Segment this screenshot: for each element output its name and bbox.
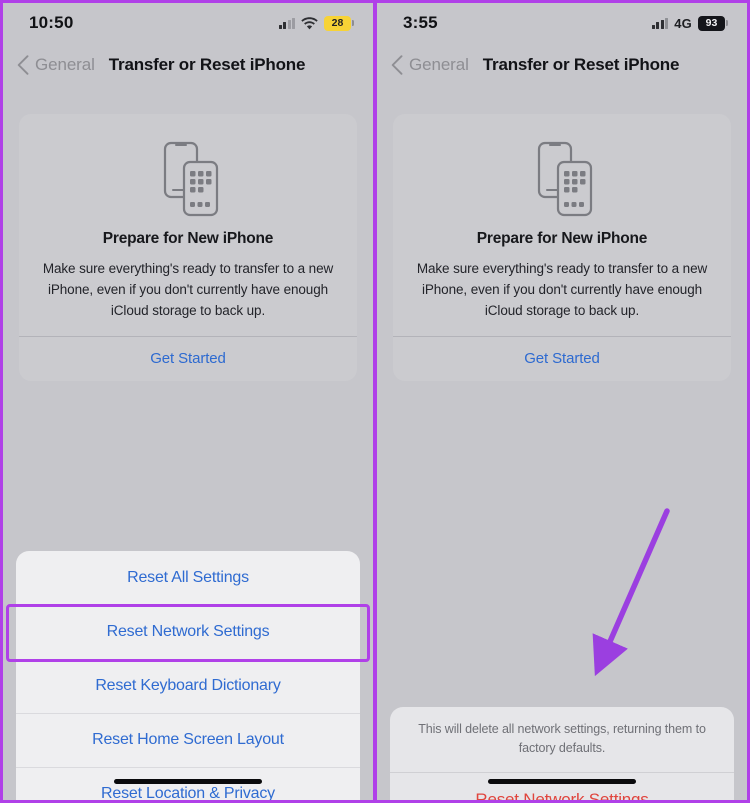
prepare-card-title: Prepare for New iPhone [476,230,648,247]
page-title: Transfer or Reset iPhone [482,55,680,74]
prepare-for-new-iphone-card: Prepare for New iPhone Make sure everyth… [393,114,731,381]
page-title: Transfer or Reset iPhone [108,55,306,74]
two-phones-icon [33,132,343,224]
get-started-button[interactable]: Get Started [33,337,343,381]
reset-option-location-privacy[interactable]: Reset Location & Privacy [16,767,360,800]
status-indicators: 4G 93 [651,15,728,31]
chevron-left-icon[interactable] [391,55,403,75]
alert-message: This will delete all network settings, r… [418,722,706,755]
prepare-card-description: Make sure everything's ready to transfer… [42,261,334,318]
status-bar-right: 3:55 4G 93 [377,3,747,43]
home-indicator [114,779,262,784]
screenshot-stage: 10:50 28 General Transfer or Reset iPhon… [0,0,750,803]
battery-indicator: 28 [324,15,354,31]
nav-bar-left: General Transfer or Reset iPhone [3,43,373,87]
content-right: Prepare for New iPhone Make sure everyth… [377,114,747,800]
status-bar-left: 10:50 28 [3,3,373,43]
back-button-label[interactable]: General [35,55,95,75]
back-button-label[interactable]: General [409,55,469,75]
prepare-card-title: Prepare for New iPhone [102,230,274,247]
content-left: Prepare for New iPhone Make sure everyth… [3,114,373,800]
status-time: 10:50 [29,13,74,32]
network-type-label: 4G [674,15,692,31]
home-indicator [488,779,636,784]
status-indicators: 28 [278,15,354,31]
wifi-icon [301,16,318,30]
reset-option-all-settings[interactable]: Reset All Settings [16,551,360,605]
phone-screenshot-left: 10:50 28 General Transfer or Reset iPhon… [0,0,375,803]
reset-network-confirm-sheet: This will delete all network settings, r… [390,707,734,800]
two-phones-icon [407,132,717,224]
reset-option-network-settings[interactable]: Reset Network Settings [16,605,360,659]
get-started-button[interactable]: Get Started [407,337,717,381]
prepare-for-new-iphone-card: Prepare for New iPhone Make sure everyth… [19,114,357,381]
cellular-signal-icon [651,17,669,29]
prepare-card-description: Make sure everything's ready to transfer… [416,261,708,318]
cellular-signal-icon [278,17,295,29]
confirm-reset-network-settings-button[interactable]: Reset Network Settings [390,773,734,800]
status-time: 3:55 [403,13,438,32]
nav-bar-right: General Transfer or Reset iPhone [377,43,747,87]
reset-option-home-screen-layout[interactable]: Reset Home Screen Layout [16,713,360,767]
reset-options-list: Reset All Settings Reset Network Setting… [16,551,360,800]
phone-screenshot-right: 3:55 4G 93 General Transfer or Reset iPh… [375,0,750,803]
battery-indicator: 93 [698,15,728,31]
reset-option-keyboard-dictionary[interactable]: Reset Keyboard Dictionary [16,659,360,713]
chevron-left-icon[interactable] [17,55,29,75]
arrow-pointer-icon [592,508,670,677]
